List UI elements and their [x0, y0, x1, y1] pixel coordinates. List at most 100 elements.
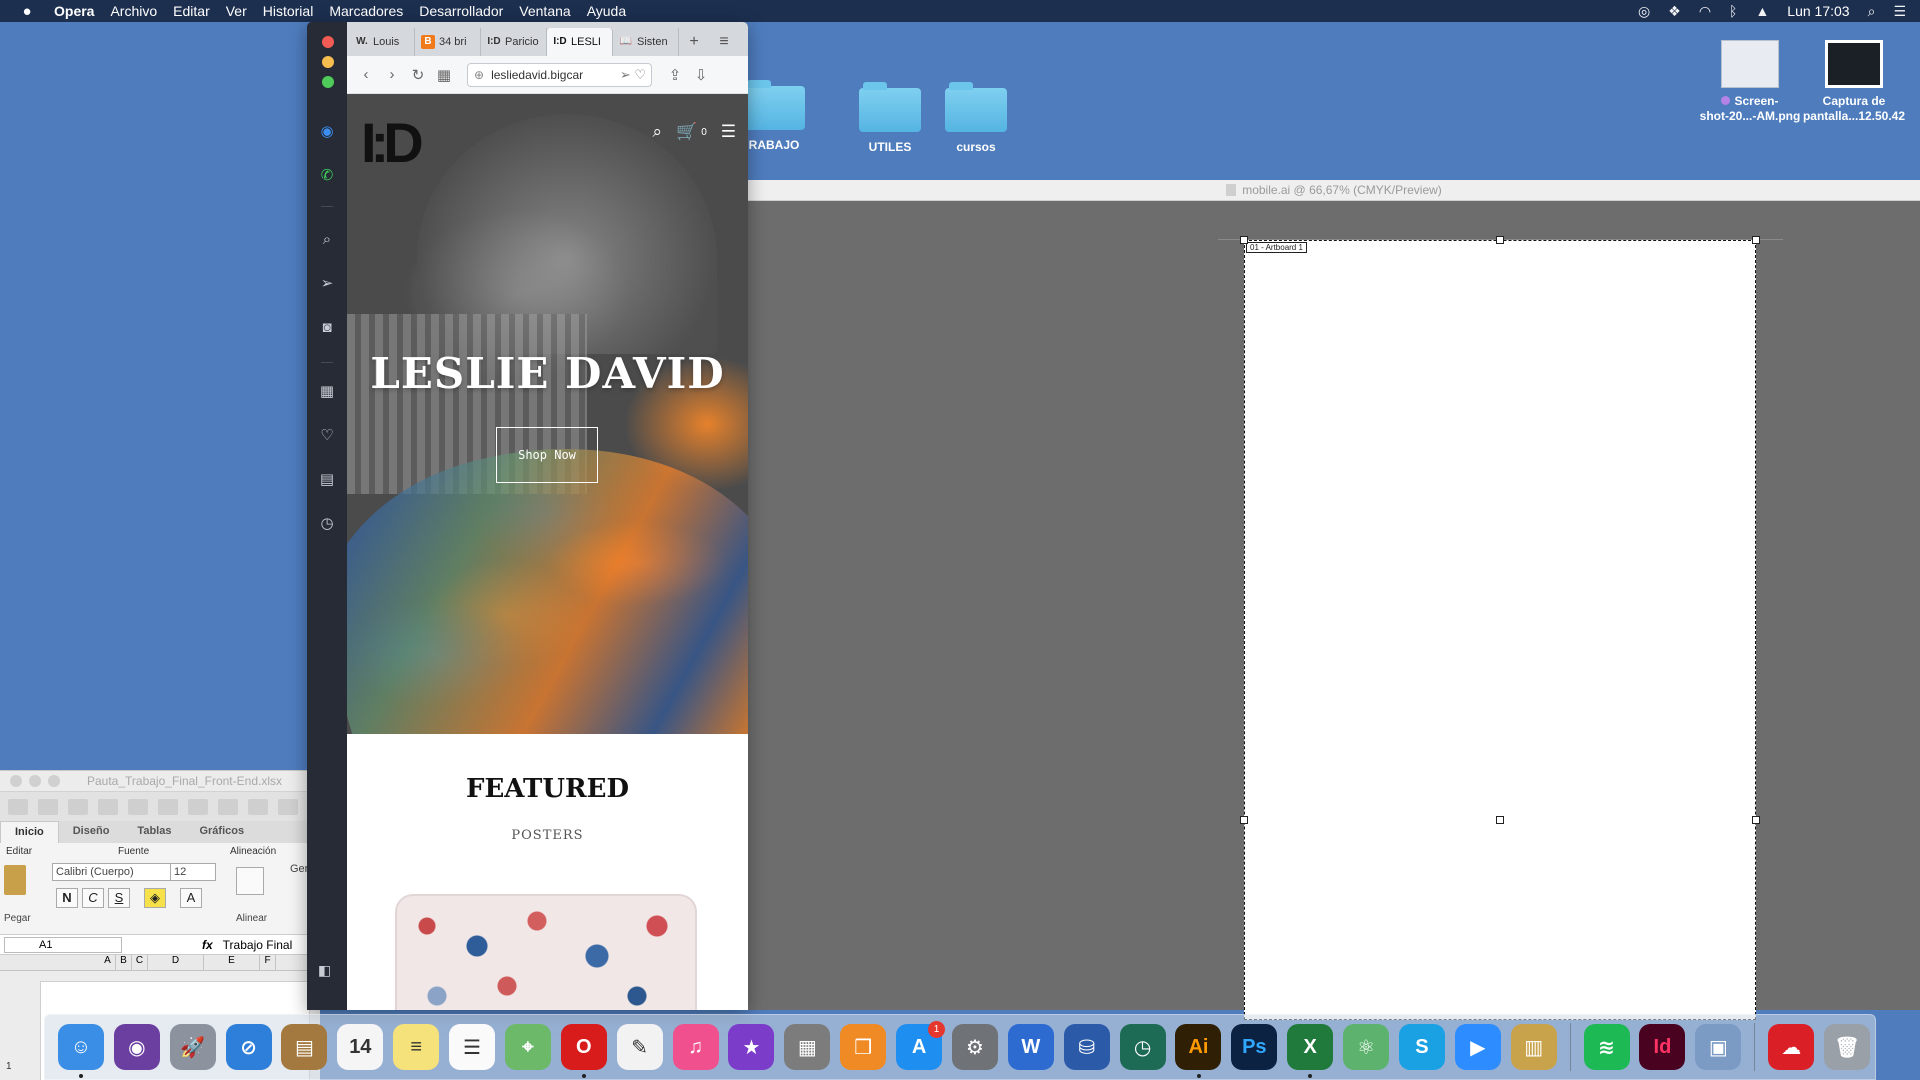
selection-handle[interactable]	[1752, 816, 1760, 824]
cart-icon[interactable]: 🛒	[676, 122, 697, 142]
bold-button[interactable]: N	[56, 888, 78, 908]
shop-now-button[interactable]: Shop Now	[496, 427, 598, 483]
dock-item[interactable]: ≡	[388, 1019, 444, 1075]
speed-dial-icon[interactable]: ▦	[317, 382, 337, 402]
dock-item[interactable]: W	[1003, 1019, 1059, 1075]
messenger-icon[interactable]: ◉	[317, 122, 337, 142]
dock-item[interactable]: ♫	[668, 1019, 724, 1075]
forward-icon[interactable]: ›	[379, 66, 405, 83]
align-label[interactable]: Alinear	[236, 913, 267, 924]
dock-item[interactable]: ◉	[109, 1019, 165, 1075]
undo-icon[interactable]	[278, 798, 298, 815]
dock-item[interactable]: ▥	[1506, 1019, 1562, 1075]
dock-item[interactable]: ★	[724, 1019, 780, 1075]
copy-icon[interactable]	[188, 798, 208, 815]
format-painter-icon[interactable]	[248, 798, 268, 815]
menu-desarrollador[interactable]: Desarrollador	[419, 3, 503, 19]
wifi-icon[interactable]: ◠	[1699, 3, 1711, 20]
align-icon[interactable]	[236, 867, 264, 895]
download-icon[interactable]: ⇩	[688, 66, 714, 84]
dock-item[interactable]: 🚀	[165, 1019, 221, 1075]
fill-color-icon[interactable]: ◈	[144, 888, 166, 908]
new-icon[interactable]	[8, 798, 28, 815]
dock-item[interactable]: A1	[891, 1019, 947, 1075]
dock-item[interactable]: ☰	[444, 1019, 500, 1075]
underline-button[interactable]: S	[108, 888, 130, 908]
menu-ayuda[interactable]: Ayuda	[587, 3, 626, 19]
fx-icon[interactable]: fx	[202, 938, 213, 952]
close-icon[interactable]	[322, 36, 334, 48]
artboard[interactable]	[1244, 240, 1756, 1020]
dock-item[interactable]: Id	[1635, 1019, 1691, 1075]
product-image-pillow[interactable]	[395, 894, 697, 1010]
name-box[interactable]: A1	[4, 936, 122, 953]
tab-leslie-active[interactable]: I:D LESLI	[547, 28, 613, 56]
selection-handle[interactable]	[1240, 816, 1248, 824]
speed-dial-grid-icon[interactable]: ▦	[431, 66, 457, 84]
font-color-icon[interactable]: A	[180, 888, 202, 908]
column-header[interactable]: F	[260, 955, 276, 970]
selection-handle[interactable]	[1496, 816, 1504, 824]
search-icon[interactable]: ⌕	[317, 230, 337, 250]
italic-button[interactable]: C	[82, 888, 104, 908]
send-icon[interactable]: ➢	[317, 274, 337, 294]
dock-item[interactable]: X	[1282, 1019, 1338, 1078]
tab-sistem[interactable]: 📖 Sisten	[613, 28, 679, 56]
column-header[interactable]: E	[204, 955, 260, 970]
bookmarks-heart-icon[interactable]: ♡	[317, 426, 337, 446]
dock-item[interactable]: ≋	[1579, 1019, 1635, 1075]
menu-editar[interactable]: Editar	[173, 3, 210, 19]
desktop-file-captura[interactable]: Captura de pantalla...12.50.42	[1794, 40, 1914, 124]
font-size-select[interactable]: 12	[170, 863, 216, 881]
reload-icon[interactable]: ↻	[405, 66, 431, 84]
column-header[interactable]: B	[116, 955, 132, 970]
illustrator-titlebar[interactable]: mobile.ai @ 66,67% (CMYK/Preview)	[748, 180, 1920, 201]
bluetooth-icon[interactable]: ᛒ	[1729, 3, 1737, 19]
tab-menu-icon[interactable]: ≡	[709, 28, 739, 56]
cut-icon[interactable]	[158, 798, 178, 815]
history-clock-icon[interactable]: ◷	[317, 514, 337, 534]
dock-item[interactable]: ◷	[1115, 1019, 1171, 1075]
menu-marcadores[interactable]: Marcadores	[329, 3, 403, 19]
minimize-icon[interactable]	[29, 775, 41, 787]
menu-ver[interactable]: Ver	[226, 3, 247, 19]
camera-icon[interactable]: ◙	[317, 318, 337, 338]
dock-item[interactable]: ⚛	[1338, 1019, 1394, 1075]
ribbon-tab-diseno[interactable]: Diseño	[59, 821, 124, 843]
back-icon[interactable]: ‹	[353, 66, 379, 83]
news-icon[interactable]: ▤	[317, 470, 337, 490]
dock-item[interactable]: ⌖	[500, 1019, 556, 1075]
number-format-select[interactable]: Ger	[290, 863, 308, 875]
paste-label[interactable]: Pegar	[4, 913, 31, 924]
menu-ventana[interactable]: Ventana	[519, 3, 570, 19]
dock-item[interactable]: O	[556, 1019, 612, 1078]
paste-clipboard-icon[interactable]	[4, 865, 26, 895]
dock-item[interactable]: ⚙	[947, 1019, 1003, 1075]
open-icon[interactable]	[68, 798, 88, 815]
selection-handle[interactable]	[1752, 236, 1760, 244]
dock-item[interactable]: ▶	[1450, 1019, 1506, 1075]
dock-item[interactable]: 🗑	[1819, 1019, 1875, 1075]
tab-paricio[interactable]: I:D Paricio	[481, 28, 547, 56]
featured-subheading[interactable]: POSTERS	[347, 828, 748, 843]
ribbon-tab-graficos[interactable]: Gráficos	[185, 821, 258, 843]
dock-item[interactable]: ▦	[779, 1019, 835, 1075]
creative-cloud-icon[interactable]: ◎	[1638, 3, 1650, 20]
url-text[interactable]: lesliedavid.bigcar	[491, 68, 583, 82]
desktop-folder-cursos[interactable]: cursos	[928, 82, 1024, 154]
dropbox-icon[interactable]: ❖	[1668, 3, 1681, 20]
column-header[interactable]: A	[100, 955, 116, 970]
dock-item[interactable]: ⊘	[221, 1019, 277, 1075]
column-header[interactable]: D	[148, 955, 204, 970]
print-icon[interactable]	[128, 798, 148, 815]
desktop-file-screenshot[interactable]: Screen- shot-20...-AM.png	[1690, 40, 1810, 124]
dock-item[interactable]: ▤	[277, 1019, 333, 1075]
sidebar-toggle-icon[interactable]: ◧	[318, 962, 331, 979]
minimize-icon[interactable]	[322, 56, 334, 68]
menu-archivo[interactable]: Archivo	[110, 3, 157, 19]
ribbon-tab-inicio[interactable]: Inicio	[0, 821, 59, 843]
dock-item[interactable]: S	[1394, 1019, 1450, 1075]
site-search-icon[interactable]: ⌕	[652, 122, 662, 142]
save-icon[interactable]	[98, 798, 118, 815]
excel-titlebar[interactable]: Pauta_Trabajo_Final_Front-End.xlsx	[0, 771, 320, 791]
